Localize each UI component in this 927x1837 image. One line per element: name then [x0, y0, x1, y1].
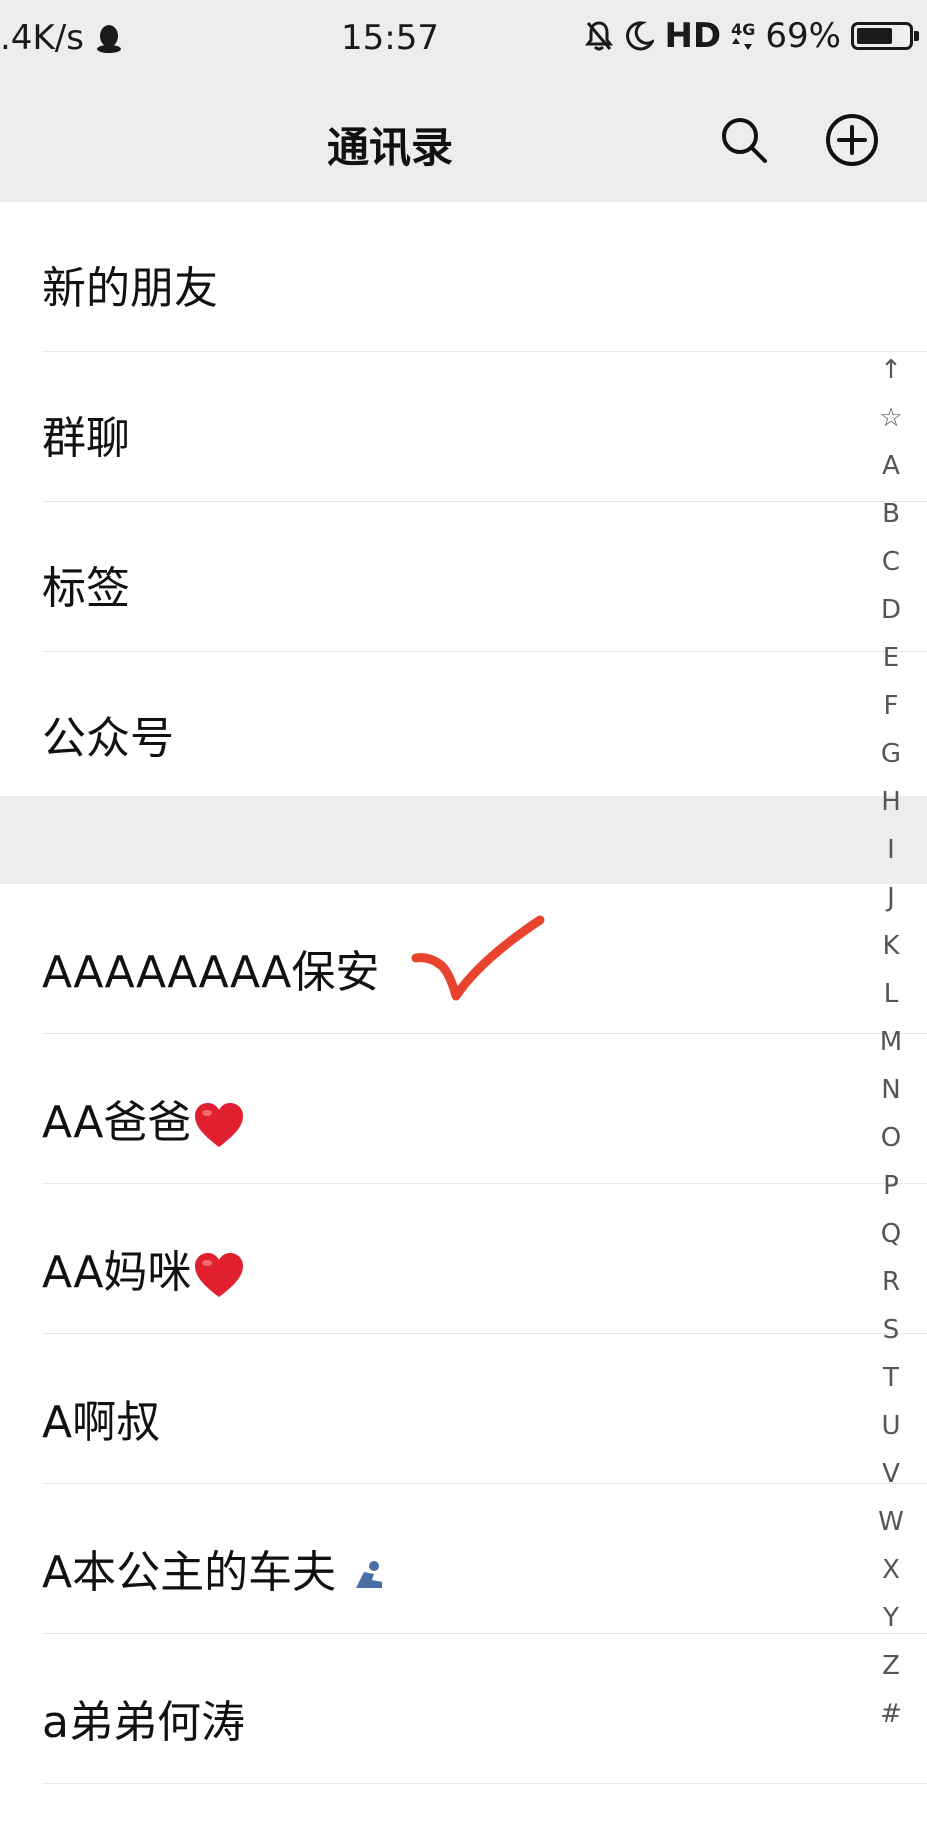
- list-item[interactable]: a弟弟何涛: [0, 1634, 927, 1784]
- index-letter[interactable]: G: [863, 730, 919, 778]
- contact-name: AA爸爸: [42, 1097, 192, 1148]
- contact-name: AAAAAAAA保安: [42, 947, 380, 998]
- menu-label: 群聊: [42, 413, 130, 464]
- divider: [42, 1783, 927, 1784]
- heart-emoji-icon: [195, 1103, 244, 1147]
- plus-circle-icon: [826, 114, 878, 166]
- heart-emoji-icon: [195, 1253, 244, 1297]
- function-menu: 新的朋友 群聊 标签 公众号: [0, 202, 927, 802]
- index-letter[interactable]: ☆: [863, 394, 919, 442]
- contact-label: A本公主的车夫: [42, 1536, 386, 1600]
- menu-label: 公众号: [42, 713, 174, 764]
- index-letter[interactable]: L: [863, 970, 919, 1018]
- index-letter[interactable]: I: [863, 826, 919, 874]
- search-button[interactable]: [712, 108, 776, 172]
- index-letter[interactable]: P: [863, 1162, 919, 1210]
- index-letter[interactable]: J: [863, 874, 919, 922]
- index-letter[interactable]: B: [863, 490, 919, 538]
- battery-level: [857, 28, 892, 44]
- menu-group-chats[interactable]: 群聊: [0, 352, 927, 502]
- index-letter[interactable]: F: [863, 682, 919, 730]
- add-button[interactable]: [820, 108, 884, 172]
- index-letter[interactable]: S: [863, 1306, 919, 1354]
- menu-new-friends[interactable]: 新的朋友: [0, 202, 927, 352]
- index-letter[interactable]: #: [863, 1690, 919, 1738]
- list-item[interactable]: AA妈咪: [0, 1184, 927, 1334]
- index-letter[interactable]: T: [863, 1354, 919, 1402]
- alphabet-index[interactable]: ↑ ☆ A B C D E F G H I J K L M N O P Q R S T U V W X Y Z #: [863, 346, 919, 1738]
- signal-arrows-icon: [732, 38, 753, 50]
- contact-list: AAAAAAAA保安 AA爸爸 AA妈咪 A啊叔 A本公主的车夫 a弟弟何涛: [0, 884, 927, 1784]
- status-bar: .4K/s 15:57 HD 4G 69%: [0, 0, 927, 78]
- menu-official-accounts[interactable]: 公众号: [0, 652, 927, 802]
- battery-icon: [851, 22, 919, 50]
- contact-label: AA妈咪: [42, 1236, 245, 1300]
- contact-name: A本公主的车夫: [42, 1547, 337, 1598]
- moon-icon: [624, 20, 655, 52]
- index-letter[interactable]: D: [863, 586, 919, 634]
- index-letter[interactable]: Y: [863, 1594, 919, 1642]
- index-letter[interactable]: N: [863, 1066, 919, 1114]
- page-title: 通讯录: [326, 123, 453, 172]
- status-right: HD 4G 69%: [584, 16, 919, 56]
- contact-name: AA妈咪: [42, 1247, 192, 1298]
- network-badge: 4G: [731, 22, 755, 50]
- index-letter[interactable]: V: [863, 1450, 919, 1498]
- index-letter[interactable]: C: [863, 538, 919, 586]
- battery-percent: 69%: [765, 16, 841, 56]
- index-letter[interactable]: K: [863, 922, 919, 970]
- contact-name: a弟弟何涛: [42, 1697, 245, 1748]
- index-letter[interactable]: X: [863, 1546, 919, 1594]
- index-letter[interactable]: H: [863, 778, 919, 826]
- header: 通讯录: [0, 78, 927, 202]
- list-item[interactable]: AA爸爸: [0, 1034, 927, 1184]
- network-type: 4G: [731, 20, 756, 39]
- hd-badge: HD: [664, 16, 722, 56]
- index-letter[interactable]: Z: [863, 1642, 919, 1690]
- index-letter[interactable]: U: [863, 1402, 919, 1450]
- index-letter[interactable]: ↑: [863, 346, 919, 394]
- index-letter[interactable]: A: [863, 442, 919, 490]
- index-letter[interactable]: O: [863, 1114, 919, 1162]
- list-item[interactable]: A本公主的车夫: [0, 1484, 927, 1634]
- red-checkmark-annotation: [411, 915, 545, 1001]
- contact-name: A啊叔: [42, 1397, 161, 1448]
- bell-off-icon: [584, 20, 614, 52]
- menu-tags[interactable]: 标签: [0, 502, 927, 652]
- index-letter[interactable]: W: [863, 1498, 919, 1546]
- list-item[interactable]: A啊叔: [0, 1334, 927, 1484]
- index-letter[interactable]: M: [863, 1018, 919, 1066]
- section-gap: [0, 796, 927, 884]
- person-emoji-icon: [356, 1561, 383, 1588]
- index-letter[interactable]: R: [863, 1258, 919, 1306]
- menu-label: 新的朋友: [42, 263, 218, 314]
- contact-label: AA爸爸: [42, 1086, 245, 1150]
- index-letter[interactable]: Q: [863, 1210, 919, 1258]
- index-letter[interactable]: E: [863, 634, 919, 682]
- search-icon: [722, 118, 767, 163]
- menu-label: 标签: [42, 563, 130, 614]
